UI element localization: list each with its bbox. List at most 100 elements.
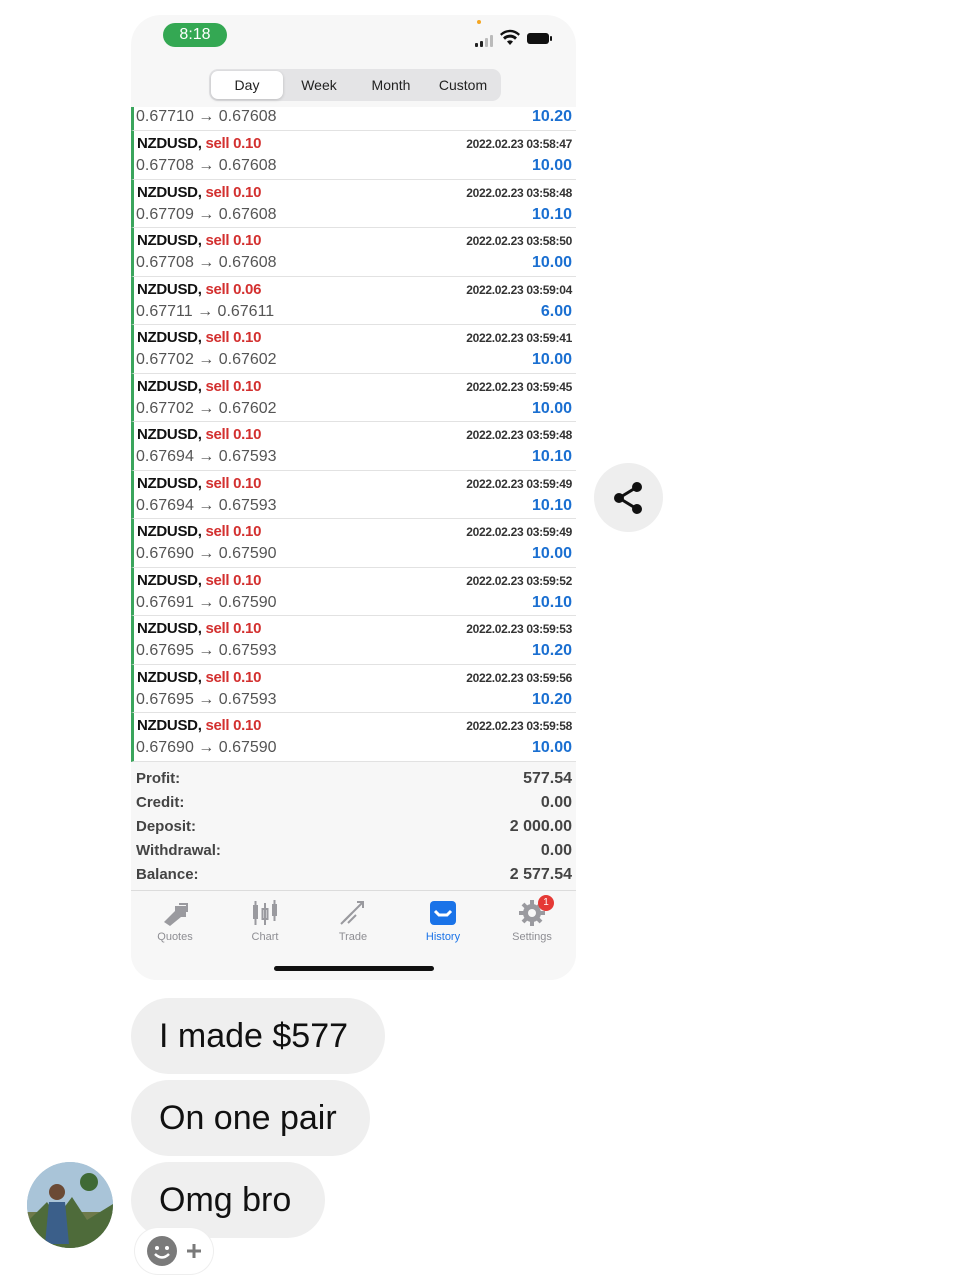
trade-row[interactable]: NZDUSD, sell 0.10 2022.02.23 03:59:53 0.67… xyxy=(131,616,576,665)
message-bubble[interactable]: On one pair xyxy=(131,1080,370,1156)
trade-title: NZDUSD, sell 0.10 xyxy=(137,426,261,443)
avatar[interactable] xyxy=(27,1162,113,1248)
privacy-indicator xyxy=(477,20,481,24)
tab-custom[interactable]: Custom xyxy=(427,71,499,99)
emoji-icon xyxy=(147,1236,177,1266)
trade-time: 2022.02.23 03:59:49 xyxy=(466,525,572,539)
trade-time: 2022.02.23 03:59:04 xyxy=(466,282,572,297)
trade-row[interactable]: NZDUSD, sell 0.10 2022.02.23 03:59:56 0.67… xyxy=(131,664,576,713)
trade-time: 2022.02.23 03:59:53 xyxy=(466,622,572,636)
trade-time: 2022.02.23 03:58:47 xyxy=(466,137,572,151)
trade-title: NZDUSD, sell 0.10 xyxy=(137,475,261,492)
trade-side: sell 0.10 xyxy=(205,232,262,249)
trade-title: NZDUSD, sell 0.10 xyxy=(137,523,261,540)
trade-row[interactable]: NZDUSD, sell 0.10 2022.02.23 03:58:47 0.67… xyxy=(131,131,576,180)
summary-value: 577.54 xyxy=(523,770,572,787)
tab-week[interactable]: Week xyxy=(283,71,355,99)
trade-symbol: NZDUSD, xyxy=(137,571,202,589)
trade-side: sell 0.10 xyxy=(205,717,262,734)
trade-prices: 0.67702 → 0.67602 xyxy=(136,399,277,417)
tab-trade[interactable]: Trade xyxy=(313,897,393,943)
tab-label: Quotes xyxy=(157,931,193,943)
trade-title: NZDUSD, sell 0.10 xyxy=(137,135,261,152)
trade-side: sell 0.10 xyxy=(205,135,262,152)
trade-row[interactable]: NZDUSD, sell 0.10 2022.02.23 03:59:48 0.67… xyxy=(131,422,576,471)
summary-label: Profit: xyxy=(136,770,181,787)
trade-row[interactable]: NZDUSD, sell 0.10 2022.02.23 03:59:58 0.67… xyxy=(131,713,576,762)
trade-symbol: NZDUSD, xyxy=(137,426,202,443)
battery-icon xyxy=(527,33,552,44)
tab-settings[interactable]: 1 Settings xyxy=(492,895,572,943)
trade-title: NZDUSD, sell 0.10 xyxy=(137,669,261,686)
status-time: 8:18 xyxy=(163,23,227,47)
tab-day[interactable]: Day xyxy=(211,71,283,99)
trade-prices: 0.67691 → 0.67590 xyxy=(136,593,277,611)
trade-profit: 10.00 xyxy=(531,254,572,271)
trade-row[interactable]: NZDUSD, sell 0.10 2022.02.23 03:59:49 0.67… xyxy=(131,519,576,568)
trade-row[interactable]: 0.67710 → 0.67608 10.20 xyxy=(131,107,576,131)
trade-side: sell 0.10 xyxy=(205,571,262,589)
home-indicator xyxy=(274,966,434,971)
trade-prices: 0.67709 → 0.67608 xyxy=(136,205,277,223)
trade-side: sell 0.10 xyxy=(205,183,262,201)
plus-icon xyxy=(187,1244,201,1258)
trade-title: NZDUSD, sell 0.10 xyxy=(137,184,261,201)
summary-label: Withdrawal: xyxy=(136,842,221,859)
message-bubble[interactable]: Omg bro xyxy=(131,1162,325,1238)
notification-badge: 1 xyxy=(538,895,554,911)
trade-title: NZDUSD, sell 0.10 xyxy=(137,572,261,589)
tab-history[interactable]: History xyxy=(403,897,483,943)
trade-profit: 10.10 xyxy=(531,496,572,514)
trade-row[interactable]: NZDUSD, sell 0.10 2022.02.23 03:59:41 0.67… xyxy=(131,325,576,374)
summary-row: Profit: 577.54 xyxy=(131,767,576,791)
summary-row: Credit: 0.00 xyxy=(131,791,576,815)
trade-row[interactable]: NZDUSD, sell 0.10 2022.02.23 03:59:45 0.67… xyxy=(131,373,576,422)
trade-title: NZDUSD, sell 0.10 xyxy=(137,329,261,346)
trade-profit: 10.20 xyxy=(531,642,572,659)
trade-prices: 0.67694 → 0.67593 xyxy=(136,448,277,465)
quotes-icon xyxy=(164,903,188,926)
trade-side: sell 0.10 xyxy=(205,523,262,540)
trade-symbol: NZDUSD, xyxy=(137,620,202,637)
trade-title: NZDUSD, sell 0.06 xyxy=(137,281,261,298)
trade-history-list[interactable]: 0.67710 → 0.67608 10.20 NZDUSD, sell 0.1… xyxy=(131,107,576,762)
trade-time: 2022.02.23 03:59:48 xyxy=(466,428,572,442)
trade-row[interactable]: NZDUSD, sell 0.06 2022.02.23 03:59:04 0.67… xyxy=(131,276,576,325)
trade-title: NZDUSD, sell 0.10 xyxy=(137,717,261,734)
screenshot-attachment[interactable]: 8:18 Day Week Month Custom 0.67710 → 0.6… xyxy=(131,15,576,980)
summary-value: 0.00 xyxy=(540,794,572,811)
trade-row[interactable]: NZDUSD, sell 0.10 2022.02.23 03:59:52 0.67… xyxy=(131,567,576,616)
trade-side: sell 0.06 xyxy=(205,280,262,298)
share-button[interactable] xyxy=(594,463,663,532)
tab-quotes[interactable]: Quotes xyxy=(135,897,215,943)
summary-value: 2 000.00 xyxy=(509,818,572,835)
summary-value: 0.00 xyxy=(540,842,572,859)
trade-prices: 0.67702 → 0.67602 xyxy=(136,351,277,368)
account-summary: Profit: 577.54 Credit: 0.00 Deposit: 2 000.00… xyxy=(131,767,576,887)
trade-time: 2022.02.23 03:59:41 xyxy=(466,331,572,345)
trade-profit: 10.10 xyxy=(531,448,572,465)
tab-chart[interactable]: Chart xyxy=(225,897,305,943)
trade-prices: 0.67708 → 0.67608 xyxy=(136,157,277,174)
add-reaction-button[interactable] xyxy=(135,1228,213,1274)
trade-symbol: NZDUSD, xyxy=(137,183,202,201)
summary-label: Deposit: xyxy=(136,818,196,835)
trade-side: sell 0.10 xyxy=(205,426,262,443)
trade-row[interactable]: NZDUSD, sell 0.10 2022.02.23 03:58:50 0.67… xyxy=(131,228,576,277)
summary-label: Balance: xyxy=(136,866,199,883)
trade-time: 2022.02.23 03:58:48 xyxy=(466,185,572,200)
trade-prices: 0.67711 → 0.67611 xyxy=(136,302,275,320)
status-bar: 8:18 xyxy=(131,15,576,65)
trade-row[interactable]: NZDUSD, sell 0.10 2022.02.23 03:59:49 0.67… xyxy=(131,470,576,519)
tab-month[interactable]: Month xyxy=(355,71,427,99)
share-icon xyxy=(613,481,642,514)
summary-row: Withdrawal: 0.00 xyxy=(131,839,576,863)
trade-symbol: NZDUSD, xyxy=(137,329,202,346)
trade-profit: 10.10 xyxy=(531,593,572,611)
trade-row[interactable]: NZDUSD, sell 0.10 2022.02.23 03:58:48 0.67… xyxy=(131,179,576,228)
trade-prices: 0.67695 → 0.67593 xyxy=(136,690,277,708)
message-bubble[interactable]: I made $577 xyxy=(131,998,385,1074)
tab-label: Chart xyxy=(251,931,279,943)
trade-profit: 6.00 xyxy=(540,302,572,320)
summary-row: Deposit: 2 000.00 xyxy=(131,815,576,839)
